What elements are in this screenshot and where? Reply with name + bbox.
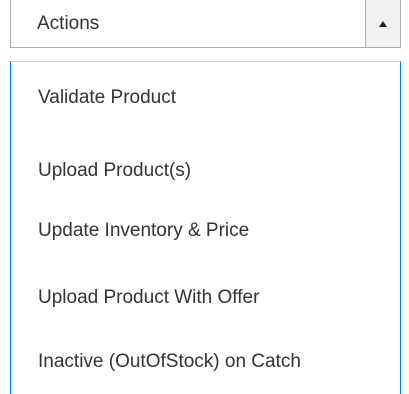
actions-dropdown: Actions Validate Product Upload Product(… — [0, 0, 409, 394]
caret-up-icon — [379, 21, 387, 27]
actions-select[interactable]: Actions — [10, 0, 401, 48]
actions-select-toggle[interactable] — [365, 0, 400, 47]
menu-item-upload-products[interactable]: Upload Product(s) — [38, 158, 191, 184]
menu-item-validate-product[interactable]: Validate Product — [38, 85, 176, 111]
menu-item-update-inventory-price[interactable]: Update Inventory & Price — [38, 218, 249, 244]
menu-item-inactive-outofstock-on-catch[interactable]: Inactive (OutOfStock) on Catch — [38, 349, 301, 375]
actions-select-label: Actions — [37, 13, 100, 34]
actions-menu: Validate Product Upload Product(s) Updat… — [10, 61, 401, 394]
menu-item-upload-product-with-offer[interactable]: Upload Product With Offer — [38, 285, 259, 311]
